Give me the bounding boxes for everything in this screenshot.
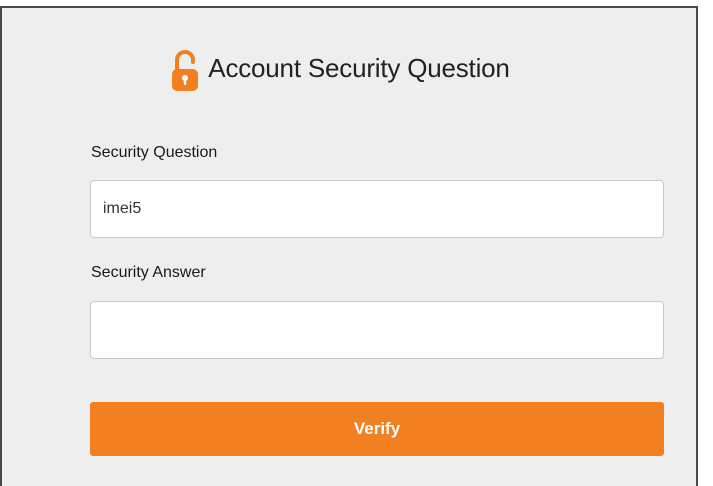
unlocked-padlock-icon — [168, 46, 204, 94]
form-header: Account Security Question — [2, 42, 696, 94]
security-answer-field[interactable] — [90, 301, 664, 359]
security-question-field[interactable] — [90, 180, 664, 238]
page-title: Account Security Question — [208, 52, 510, 83]
security-question-label: Security Question — [91, 144, 218, 161]
security-answer-label: Security Answer — [91, 264, 206, 281]
security-question-panel: Account Security Question Security Quest… — [0, 6, 698, 486]
verify-button[interactable]: Verify — [90, 402, 664, 456]
